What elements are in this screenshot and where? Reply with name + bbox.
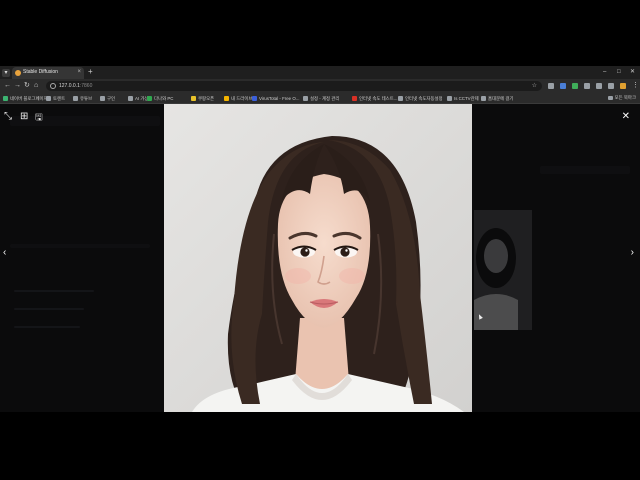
- close-window-button[interactable]: ✕: [630, 69, 635, 76]
- bookmark-item[interactable]: 쿠팡오픈: [191, 95, 214, 102]
- bookmark-favicon-icon: [191, 96, 196, 101]
- folder-icon: [607, 96, 613, 100]
- forward-button[interactable]: →: [14, 82, 21, 90]
- fullscreen-icon[interactable]: ⤡: [4, 112, 12, 122]
- bookmark-favicon-icon: [303, 96, 308, 101]
- bookmark-favicon-icon: [481, 96, 486, 101]
- bookmark-label: 인터넷 속도자동설정: [405, 95, 443, 101]
- portrait-illustration: [164, 104, 472, 412]
- tab-search-icon[interactable]: ▾: [2, 69, 10, 77]
- bookmark-item[interactable]: 구인: [100, 95, 115, 102]
- bookmark-favicon-icon: [252, 96, 257, 101]
- bookmark-star-icon[interactable]: ☆: [532, 82, 537, 89]
- generated-image[interactable]: [164, 104, 472, 412]
- bookmark-favicon-icon: [224, 96, 229, 101]
- tab-title: Stable Diffusion: [23, 69, 58, 75]
- browser-menu-icon[interactable]: ⋮: [632, 82, 639, 90]
- toolbar: ← → ↻ ⌂ 127.0.0.1:7860 ☆ ⋮: [0, 79, 640, 93]
- tab-strip: ▾ Stable Diffusion × + – □ ✕: [0, 66, 640, 79]
- bookmark-favicon-icon: [447, 96, 452, 101]
- close-icon[interactable]: ✕: [622, 112, 630, 122]
- pen-icon[interactable]: [548, 83, 554, 89]
- home-button[interactable]: ⌂: [34, 82, 38, 90]
- bookmark-item[interactable]: Is CCTV관제: [447, 95, 479, 102]
- webui-page: ⤡ ⊞ 🖫 ✕ ‹ ›: [0, 104, 640, 412]
- shield-icon[interactable]: [572, 83, 578, 89]
- reload-button[interactable]: ↻: [24, 82, 30, 90]
- tab-close-icon[interactable]: ×: [77, 69, 81, 75]
- bookmark-favicon-icon: [73, 96, 78, 101]
- all-bookmarks-label: 모든 북마크: [614, 95, 636, 100]
- bookmark-item[interactable]: AI 가상: [128, 95, 148, 102]
- bookmark-favicon-icon: [398, 96, 403, 101]
- bookmark-item[interactable]: 설정 - 계정 관리: [303, 95, 339, 102]
- bookmark-item[interactable]: VirusTotal - Free O...: [252, 95, 299, 102]
- bookmark-label: 홈대문에 걸기: [488, 95, 514, 101]
- bookmark-item[interactable]: 인터넷 속도 테스트...: [352, 95, 397, 102]
- sidebar-icon[interactable]: [596, 83, 602, 89]
- bookmark-item[interactable]: 내 드라이브: [224, 95, 252, 102]
- translate-icon[interactable]: [560, 83, 566, 89]
- address-bar[interactable]: 127.0.0.1:7860 ☆: [46, 81, 542, 91]
- bookmark-item[interactable]: 네이버 블로그페이지: [3, 95, 48, 102]
- bookmark-item[interactable]: 다나와 PC: [147, 95, 173, 102]
- bookmarks-bar: 네이버 블로그페이지 토렌트 유튜브 구인 AI 가상 다나와 PC 쿠팡오픈 내 드라이브 V…: [0, 93, 640, 104]
- bookmark-label: 토렌트: [53, 95, 66, 101]
- screen: ▾ Stable Diffusion × + – □ ✕ ← → ↻ ⌂ 127…: [0, 0, 640, 480]
- url-host: 127.0.0.1: [59, 83, 80, 89]
- bookmark-favicon-icon: [46, 96, 51, 101]
- new-tab-button[interactable]: +: [88, 68, 93, 76]
- bookmark-label: VirusTotal - Free O...: [259, 96, 300, 101]
- bookmark-favicon-icon: [128, 96, 133, 101]
- site-info-icon[interactable]: [50, 83, 56, 89]
- maximize-button[interactable]: □: [617, 69, 621, 76]
- bookmark-item[interactable]: 토렌트: [46, 95, 65, 102]
- bookmark-label: 네이버 블로그페이지: [10, 95, 48, 101]
- download-icon[interactable]: [608, 83, 614, 89]
- url-text: 127.0.0.1:7860: [59, 83, 92, 89]
- tab-stable-diffusion[interactable]: Stable Diffusion ×: [12, 67, 84, 79]
- bookmark-item[interactable]: 인터넷 속도자동설정: [398, 95, 443, 102]
- bookmark-favicon-icon: [3, 96, 8, 101]
- all-bookmarks-button[interactable]: 모든 북마크: [607, 95, 636, 101]
- url-path: :7860: [79, 83, 93, 89]
- avatar-icon[interactable]: [620, 83, 626, 89]
- minimize-button[interactable]: –: [603, 69, 606, 76]
- favicon-icon: [15, 70, 21, 76]
- bookmark-label: Is CCTV관제: [454, 95, 479, 101]
- bookmark-label: 다나와 PC: [154, 95, 174, 101]
- bookmark-label: 구인: [107, 95, 116, 101]
- bookmark-label: 유튜브: [80, 95, 93, 101]
- bookmark-item[interactable]: 홈대문에 걸기: [481, 95, 513, 102]
- bookmark-label: 인터넷 속도 테스트...: [359, 95, 398, 101]
- bookmark-label: 설정 - 계정 관리: [310, 95, 340, 101]
- bookmark-label: 쿠팡오픈: [198, 95, 215, 101]
- next-image-icon[interactable]: ›: [631, 248, 634, 258]
- bookmark-favicon-icon: [100, 96, 105, 101]
- bookmark-favicon-icon: [147, 96, 152, 101]
- tile-icon[interactable]: ⊞: [20, 112, 28, 122]
- bookmark-label: 내 드라이브: [231, 95, 253, 101]
- bookmark-favicon-icon: [352, 96, 357, 101]
- previous-image-icon[interactable]: ‹: [3, 248, 6, 258]
- back-button[interactable]: ←: [4, 82, 11, 90]
- puzzle-icon[interactable]: [584, 83, 590, 89]
- browser-window: ▾ Stable Diffusion × + – □ ✕ ← → ↻ ⌂ 127…: [0, 66, 640, 412]
- bookmark-item[interactable]: 유튜브: [73, 95, 92, 102]
- save-icon[interactable]: 🖫: [35, 112, 43, 122]
